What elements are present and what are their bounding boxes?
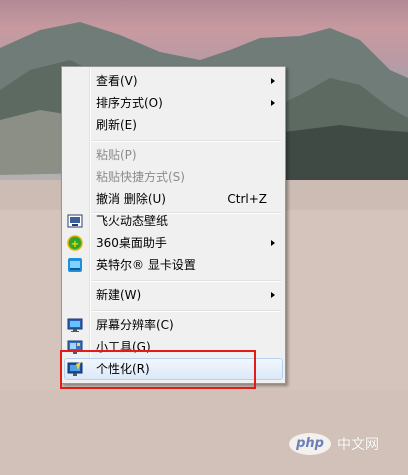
watermark-text: 中文网 bbox=[337, 437, 379, 453]
menu-item-undo-delete[interactable]: 撤消 删除(U) Ctrl+Z bbox=[64, 188, 283, 210]
menu-separator bbox=[92, 140, 281, 142]
menu-item-refresh[interactable]: 刷新(E) bbox=[64, 114, 283, 136]
menu-item-intel-graphics-settings[interactable]: 英特尔® 显卡设置 bbox=[64, 254, 283, 276]
menu-item-paste[interactable]: 粘贴(P) bbox=[64, 144, 283, 166]
menu-item-sort-by[interactable]: 排序方式(O) bbox=[64, 92, 283, 114]
menu-item-paste-shortcut[interactable]: 粘贴快捷方式(S) bbox=[64, 166, 283, 188]
shortcut-text: Ctrl+Z bbox=[227, 192, 267, 206]
svg-text:+: + bbox=[71, 239, 79, 250]
menu-item-feihuo-wallpaper[interactable]: 飞火动态壁纸 bbox=[64, 210, 283, 232]
menu-separator bbox=[92, 310, 281, 312]
menu-item-new[interactable]: 新建(W) bbox=[64, 284, 283, 306]
php-logo: php bbox=[289, 433, 331, 455]
highlight-box bbox=[60, 350, 256, 389]
menu-item-360-desktop-assistant[interactable]: + 360桌面助手 bbox=[64, 232, 283, 254]
menu-item-screen-resolution[interactable]: 屏幕分辨率(C) bbox=[64, 314, 283, 336]
submenu-arrow-icon bbox=[271, 100, 275, 106]
desktop-context-menu: 查看(V) 排序方式(O) 刷新(E) 粘贴(P) 粘贴快捷方式(S) 撤消 删… bbox=[61, 66, 286, 384]
wallpaper-app-icon bbox=[67, 214, 83, 228]
php-watermark: php 中文网 bbox=[289, 430, 399, 458]
360-assistant-icon: + bbox=[67, 235, 83, 251]
submenu-arrow-icon bbox=[271, 292, 275, 298]
submenu-arrow-icon bbox=[271, 240, 275, 246]
intel-graphics-icon bbox=[68, 258, 82, 272]
submenu-arrow-icon bbox=[271, 78, 275, 84]
monitor-icon bbox=[67, 318, 83, 332]
menu-separator bbox=[92, 280, 281, 282]
menu-item-view[interactable]: 查看(V) bbox=[64, 70, 283, 92]
